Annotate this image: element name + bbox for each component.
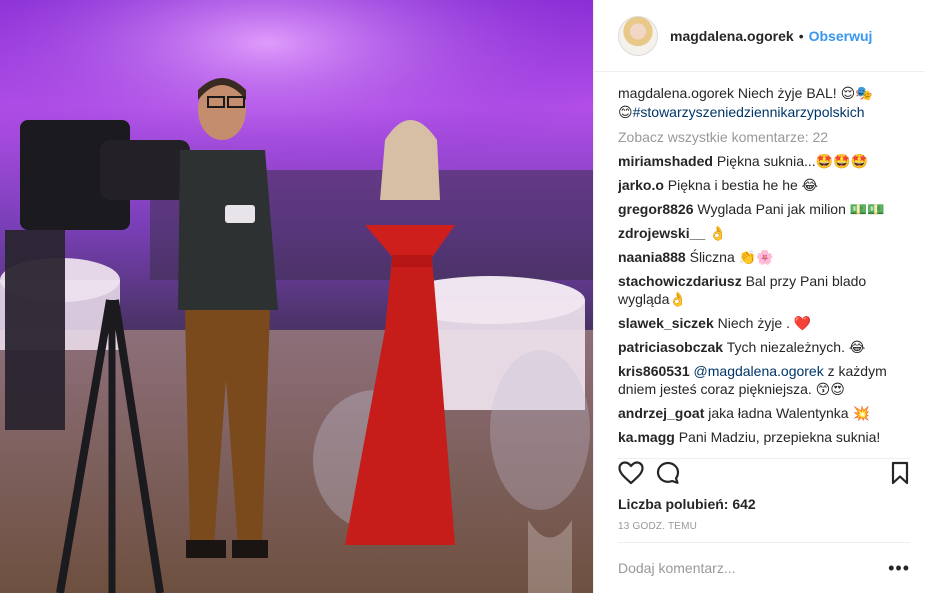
- comment-text: Tych niezależnych. 😂: [726, 339, 866, 355]
- caption-hashtag[interactable]: #stowarzyszeniedziennikarzypolskich: [633, 104, 865, 120]
- comment-text: jaka ładna Walentynka 💥: [708, 405, 870, 421]
- likes-count[interactable]: Liczba polubień: 642: [618, 496, 756, 512]
- action-bar: [618, 458, 910, 490]
- post-photo[interactable]: [0, 0, 593, 593]
- username-link[interactable]: magdalena.ogorek: [670, 28, 794, 44]
- caption-emoji: 😌🎭: [840, 86, 873, 102]
- comment-author[interactable]: miriamshaded: [618, 153, 713, 169]
- comment-author[interactable]: naania888: [618, 249, 686, 265]
- comment-item: gregor8826 Wyglada Pani jak milion 💵💵: [618, 200, 908, 218]
- comment-item: miriamshaded Piękna suknia...🤩🤩🤩: [618, 152, 908, 170]
- post-timestamp: 13 GODZ. TEMU: [618, 521, 698, 532]
- comment-item: slawek_siczek Niech żyje . ❤️: [618, 314, 908, 332]
- caption-author[interactable]: magdalena.ogorek: [618, 85, 734, 101]
- comment-author[interactable]: jarko.o: [618, 177, 664, 193]
- comment-author[interactable]: zdrojewski__: [618, 225, 705, 241]
- comment-author[interactable]: andrzej_goat: [618, 405, 704, 421]
- comment-author[interactable]: slawek_siczek: [618, 315, 714, 331]
- comment-text: Niech żyje . ❤️: [717, 315, 812, 331]
- comment-item: jarko.o Piękna i bestia he he 😂: [618, 176, 908, 194]
- comment-author[interactable]: kris860531: [618, 363, 690, 379]
- comment-text: Wyglada Pani jak milion 💵💵: [697, 201, 885, 217]
- more-dots-icon[interactable]: •••: [888, 559, 910, 577]
- comments-list[interactable]: magdalena.ogorek Niech żyje BAL! 😌🎭 😊#st…: [618, 84, 908, 456]
- post-caption: magdalena.ogorek Niech żyje BAL! 😌🎭 😊#st…: [618, 84, 908, 122]
- comment-text: Piękna suknia...🤩🤩🤩: [716, 153, 868, 169]
- post-header: magdalena.ogorek • Obserwuj: [594, 0, 925, 72]
- photo-illustration: [0, 0, 593, 593]
- view-all-comments-link[interactable]: Zobacz wszystkie komentarze: 22: [618, 128, 908, 146]
- comment-text: 👌: [709, 225, 727, 241]
- comment-author[interactable]: stachowiczdariusz: [618, 273, 742, 289]
- comment-text: Śliczna 👏🌸: [689, 249, 774, 265]
- follow-button[interactable]: Obserwuj: [809, 28, 873, 44]
- comment-item: patriciasobczak Tych niezależnych. 😂: [618, 338, 908, 356]
- speech-bubble-icon[interactable]: [656, 461, 680, 490]
- comment-author[interactable]: gregor8826: [618, 201, 693, 217]
- heart-icon[interactable]: [618, 461, 644, 490]
- post-side-panel: magdalena.ogorek • Obserwuj magdalena.og…: [593, 0, 925, 593]
- comment-item: kris860531 @magdalena.ogorek z każdym dn…: [618, 362, 908, 398]
- header-separator: •: [798, 27, 804, 44]
- comment-item: stachowiczdariusz Bal przy Pani blado wy…: [618, 272, 908, 308]
- caption-emoji-2: 😊: [618, 105, 633, 121]
- comment-item: naania888 Śliczna 👏🌸: [618, 248, 908, 266]
- comment-text: Piękna i bestia he he 😂: [667, 177, 819, 193]
- comment-author[interactable]: patriciasobczak: [618, 339, 723, 355]
- comment-mention[interactable]: @magdalena.ogorek: [694, 363, 824, 379]
- avatar[interactable]: [618, 15, 658, 56]
- comment-input[interactable]: [618, 560, 868, 576]
- comment-text: Pani Madziu, przepiekna suknia!: [678, 429, 881, 445]
- bookmark-icon[interactable]: [890, 461, 910, 490]
- comment-item: ka.magg Pani Madziu, przepiekna suknia!: [618, 428, 908, 446]
- caption-text: Niech żyje BAL!: [737, 85, 837, 101]
- comment-author[interactable]: ka.magg: [618, 429, 675, 445]
- comment-item: zdrojewski__ 👌: [618, 224, 908, 242]
- comment-item: andrzej_goat jaka ładna Walentynka 💥: [618, 404, 908, 422]
- add-comment-bar: •••: [618, 542, 910, 593]
